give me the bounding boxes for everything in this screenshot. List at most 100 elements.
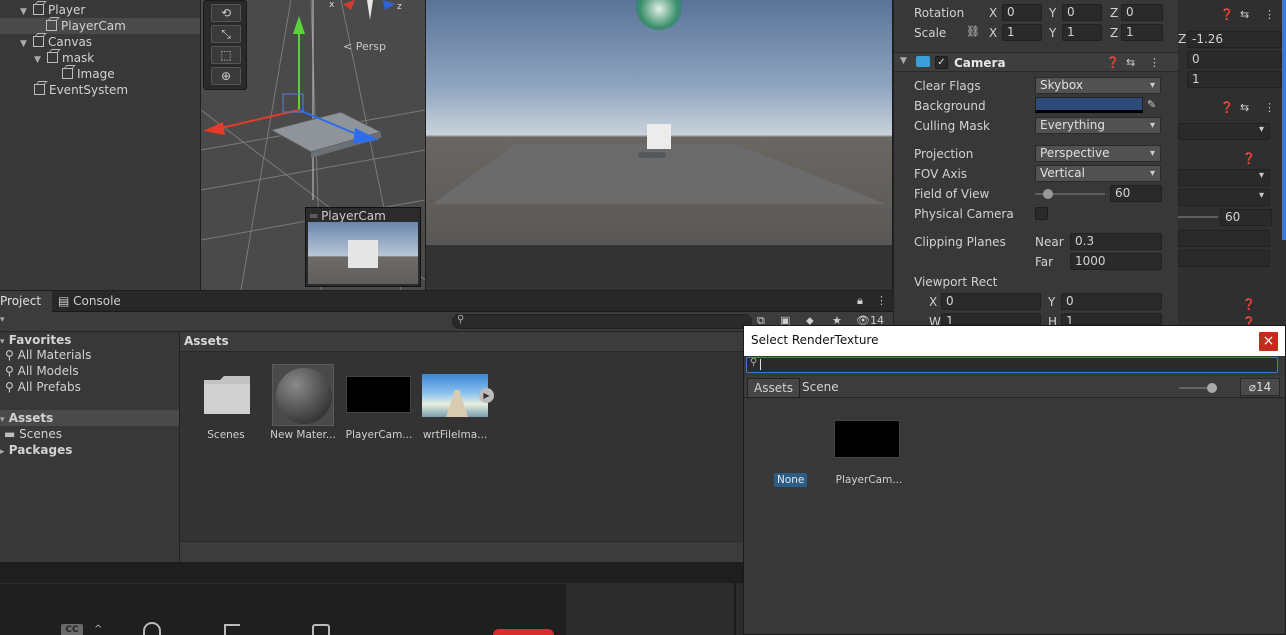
favorite-all-models[interactable]: ⚲ All Models xyxy=(5,364,79,378)
fov-slider-thumb[interactable] xyxy=(1042,189,1053,199)
viewport-w-field[interactable]: 1 xyxy=(941,313,1041,325)
viewport-h-field[interactable]: 1 xyxy=(1061,313,1162,325)
breadcrumb-assets[interactable]: Assets xyxy=(184,334,229,348)
more-options-icon[interactable]: ⋮ xyxy=(1149,56,1160,69)
hierarchy-item-canvas[interactable]: ▼ Canvas xyxy=(20,34,92,50)
hierarchy-item-mask[interactable]: ▼ mask xyxy=(34,50,94,66)
select-item-none[interactable]: None xyxy=(774,473,808,487)
fov-slider-track[interactable] xyxy=(1035,189,1105,199)
hierarchy-item-player[interactable]: ▼ Player xyxy=(20,2,85,18)
dropdown-1[interactable] xyxy=(1178,123,1270,140)
help-icon[interactable]: ❓ xyxy=(1220,101,1234,114)
rect-tool-button[interactable]: ⬚ xyxy=(211,46,241,64)
favorites-header[interactable]: ▾ Favorites xyxy=(0,333,71,347)
value-field-3[interactable]: 1 xyxy=(1187,71,1282,88)
folder-assets[interactable]: ▾ Assets xyxy=(0,410,179,426)
transform-tool-button[interactable]: ⊕ xyxy=(211,67,241,85)
share-screen-icon[interactable] xyxy=(224,624,240,635)
tab-scene[interactable]: Scene xyxy=(796,378,845,397)
expand-arrow-icon[interactable]: ▼ xyxy=(34,52,44,68)
rotation-x-field[interactable]: 0 xyxy=(1002,4,1042,21)
viewport-x-field[interactable]: 0 xyxy=(941,293,1041,310)
rotate-tool-button[interactable]: ⟲ xyxy=(211,4,241,22)
dropdown-3[interactable] xyxy=(1178,189,1270,206)
fov-field-2[interactable]: 60 xyxy=(1220,209,1272,226)
orientation-gizmo-icon[interactable] xyxy=(339,0,399,22)
help-icon[interactable]: ❓ xyxy=(1242,152,1256,165)
fov-axis-dropdown[interactable]: Vertical xyxy=(1035,165,1161,182)
emoji-add-icon[interactable] xyxy=(143,622,161,635)
more-options-icon[interactable]: ⋮ xyxy=(1264,8,1275,21)
asset-playercam-rendertexture[interactable] xyxy=(346,376,411,413)
more-options-icon[interactable]: ⋮ xyxy=(876,294,887,307)
expand-arrow-icon[interactable]: ▾ xyxy=(0,415,5,425)
chevron-up-icon[interactable]: ^ xyxy=(94,624,102,635)
viewport-y-field[interactable]: 0 xyxy=(1061,293,1162,310)
window-icon[interactable] xyxy=(312,624,330,635)
hierarchy-item-image[interactable]: Image xyxy=(62,66,115,82)
value-field-2[interactable]: 0 xyxy=(1187,51,1282,68)
help-icon[interactable]: ❓ xyxy=(1106,56,1120,69)
near-clip-field[interactable]: 0.3 xyxy=(1070,233,1162,250)
collapse-arrow-icon[interactable]: ▼ xyxy=(900,56,907,66)
hierarchy-item-playercam[interactable]: PlayerCam xyxy=(0,18,200,34)
game-view[interactable] xyxy=(426,0,892,245)
dropdown-2[interactable] xyxy=(1178,169,1270,186)
expand-subasset-icon[interactable]: ▶ xyxy=(479,388,494,403)
rotation-z-field[interactable]: 0 xyxy=(1121,4,1163,21)
expand-arrow-icon[interactable]: ▼ xyxy=(20,36,30,52)
folder-scenes[interactable]: ▬ Scenes xyxy=(4,427,62,441)
scale-y-field[interactable]: 1 xyxy=(1062,24,1102,41)
rotation-y-field[interactable]: 0 xyxy=(1062,4,1102,21)
expand-arrow-icon[interactable]: ▾ xyxy=(0,337,5,347)
hidden-packages-toggle[interactable]: ⌀14 xyxy=(1240,378,1280,396)
scale-tool-button[interactable]: ⤡ xyxy=(211,25,241,43)
constrain-proportions-icon[interactable]: ⛓ xyxy=(966,25,980,38)
scrollbar[interactable] xyxy=(1282,0,1286,240)
asset-new-material[interactable] xyxy=(272,364,334,426)
tab-project[interactable]: Project xyxy=(0,291,52,312)
zoom-slider-track[interactable] xyxy=(1179,383,1217,393)
position-z-field[interactable]: -1.26 xyxy=(1187,31,1282,48)
tab-console[interactable]: ▤ Console xyxy=(58,291,121,312)
preset-icon[interactable]: ⇆ xyxy=(1240,101,1249,114)
value-field-4[interactable] xyxy=(1178,230,1270,247)
create-dropdown-arrow-icon[interactable]: ▾ xyxy=(0,315,5,325)
favorite-all-materials[interactable]: ⚲ All Materials xyxy=(5,348,91,362)
slider-track[interactable] xyxy=(1178,216,1218,218)
scale-z-field[interactable]: 1 xyxy=(1121,24,1163,41)
expand-arrow-icon[interactable]: ▸ xyxy=(0,447,5,457)
select-search-input[interactable]: ⚲ xyxy=(746,357,1278,373)
eyedropper-icon[interactable]: ✎ xyxy=(1147,98,1156,111)
help-icon[interactable]: ❓ xyxy=(1242,298,1256,311)
help-icon[interactable]: ❓ xyxy=(1220,8,1234,21)
persp-label[interactable]: < Persp xyxy=(343,40,386,53)
camera-enabled-checkbox[interactable]: ✓ xyxy=(935,56,948,69)
preset-icon[interactable]: ⇆ xyxy=(1126,56,1135,69)
close-button[interactable]: × xyxy=(1259,332,1278,351)
hierarchy-item-eventsystem[interactable]: EventSystem xyxy=(34,82,128,98)
leave-button[interactable] xyxy=(493,629,554,635)
project-search-input[interactable]: ⚲ xyxy=(452,314,752,329)
lock-icon[interactable]: 🔒︎ xyxy=(857,294,863,308)
scale-x-field[interactable]: 1 xyxy=(1002,24,1042,41)
physical-camera-checkbox[interactable] xyxy=(1035,207,1048,220)
tab-assets[interactable]: Assets xyxy=(747,378,801,397)
clear-flags-dropdown[interactable]: Skybox xyxy=(1035,77,1161,94)
captions-button[interactable]: CC xyxy=(61,624,83,635)
background-color-swatch[interactable] xyxy=(1035,97,1143,113)
select-window-titlebar[interactable]: Select RenderTexture × xyxy=(744,326,1285,356)
value-field-5[interactable] xyxy=(1178,250,1270,267)
select-item-playercam-thumbnail[interactable] xyxy=(834,420,900,458)
folder-packages[interactable]: ▸ Packages xyxy=(0,443,72,457)
fov-field[interactable]: 60 xyxy=(1110,185,1162,202)
projection-dropdown[interactable]: Perspective xyxy=(1035,145,1161,162)
far-clip-field[interactable]: 1000 xyxy=(1070,253,1162,270)
drag-handle-icon[interactable]: ═ xyxy=(310,209,317,223)
culling-mask-dropdown[interactable]: Everything xyxy=(1035,117,1161,134)
favorite-all-prefabs[interactable]: ⚲ All Prefabs xyxy=(5,380,81,394)
zoom-slider-thumb[interactable] xyxy=(1207,383,1217,393)
more-options-icon[interactable]: ⋮ xyxy=(1264,101,1275,114)
preset-icon[interactable]: ⇆ xyxy=(1240,8,1249,21)
camera-component-header[interactable]: ▼ ✓ Camera ❓ ⇆ ⋮ xyxy=(894,52,1179,72)
